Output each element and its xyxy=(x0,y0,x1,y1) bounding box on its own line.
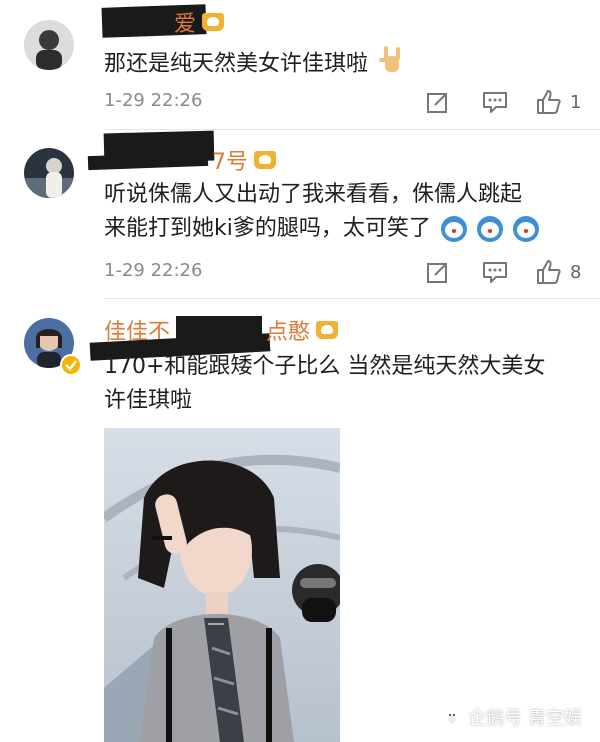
share-icon xyxy=(427,93,447,113)
timestamp: 1-29 22:26 xyxy=(104,260,203,281)
username-text: 7号 xyxy=(212,150,248,175)
reply-button[interactable] xyxy=(482,88,508,116)
crown-badge-icon xyxy=(316,321,339,339)
comment-text: 170+和能跟矮个子比么 当然是纯天然大美女 许佳琪啦 xyxy=(104,350,580,418)
like-count: 8 xyxy=(570,261,582,283)
comment-text-line-2: 许佳琪啦 xyxy=(104,388,193,413)
user-avatar-image xyxy=(24,148,74,198)
thumbs-up-icon xyxy=(537,90,561,114)
like-button[interactable]: 1 xyxy=(536,88,581,116)
username-text: 爱 xyxy=(174,12,197,37)
doraemon-emoji-icon xyxy=(440,216,467,242)
like-button[interactable]: 8 xyxy=(536,258,581,286)
comment-meta: 1-29 22:26 1 xyxy=(104,88,581,118)
comment-text-content: 来能打到她ki爹的腿吗，太可笑了 xyxy=(104,216,431,241)
comment-text-line: 170+和能跟矮个子比么 当然是纯天然大美女 xyxy=(104,354,546,379)
avatar[interactable] xyxy=(24,20,74,70)
share-icon xyxy=(427,263,447,283)
share-button[interactable] xyxy=(426,258,450,286)
thumbs-up-icon xyxy=(537,260,561,284)
comment-icon xyxy=(483,92,507,113)
photo-image xyxy=(104,428,340,742)
username[interactable]: 7号 xyxy=(208,146,276,175)
comment-text-line-2: 来能打到她ki爹的腿吗，太可笑了 xyxy=(104,212,570,246)
comment-meta: 1-29 22:26 8 xyxy=(104,258,581,288)
user-avatar-image xyxy=(24,20,74,70)
penguin-logo-icon xyxy=(445,710,460,726)
comment-text-line: 听说侏儒人又出动了我来看看，侏儒人跳起 xyxy=(104,182,523,207)
comment-text-content: 那还是纯天然美女许佳琪啦 xyxy=(104,51,369,77)
crown-badge-icon xyxy=(202,13,225,31)
username[interactable]: 爱 xyxy=(170,8,225,37)
reply-button[interactable] xyxy=(482,258,508,286)
watermark: 企鹅号 青空娱 xyxy=(442,704,582,730)
rock-hand-emoji-icon xyxy=(379,44,405,85)
username-text: 点憨 xyxy=(266,320,311,345)
like-count: 1 xyxy=(570,91,582,113)
comment-text: 那还是纯天然美女许佳琪啦 xyxy=(104,44,570,85)
divider xyxy=(104,298,600,299)
username-suffix: 点憨 xyxy=(262,316,339,345)
crown-badge-icon xyxy=(254,151,276,169)
comment-photo[interactable] xyxy=(104,428,340,742)
divider xyxy=(104,129,600,130)
comment-icon xyxy=(483,262,507,283)
doraemon-emoji-icon xyxy=(476,216,503,242)
comment-text: 听说侏儒人又出动了我来看看，侏儒人跳起 来能打到她ki爹的腿吗，太可笑了 xyxy=(104,178,570,246)
avatar[interactable] xyxy=(24,148,74,198)
share-button[interactable] xyxy=(426,88,450,116)
timestamp: 1-29 22:26 xyxy=(104,90,203,111)
redacted-username xyxy=(87,151,209,171)
watermark-text: 企鹅号 青空娱 xyxy=(468,708,582,729)
doraemon-emoji-icon xyxy=(512,216,539,242)
verified-badge-icon xyxy=(60,354,82,376)
